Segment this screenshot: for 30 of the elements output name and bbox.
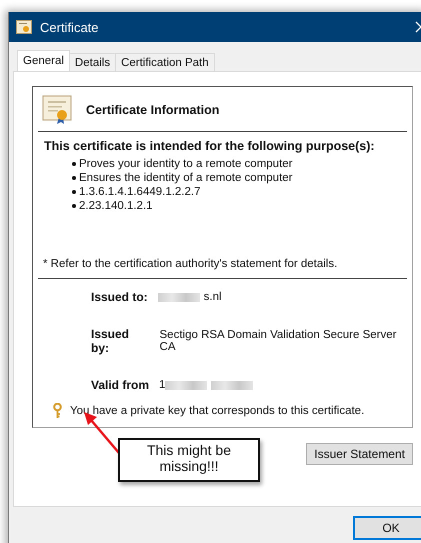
- tab[interactable]: Certification Path: [115, 53, 215, 71]
- issuer-statement-button[interactable]: Issuer Statement: [306, 443, 413, 465]
- ok-button[interactable]: OK: [353, 516, 421, 540]
- redacted-text: [165, 380, 208, 390]
- purpose-item: 2.23.140.1.2.1: [79, 200, 153, 212]
- field-value: s.nl: [204, 291, 222, 303]
- field-label: Valid from: [91, 378, 150, 392]
- certificate-icon: [16, 20, 32, 34]
- field-value: Sectigo RSA Domain Validation Secure Server CA: [160, 329, 398, 353]
- field-value: 1: [159, 379, 166, 391]
- bullet-icon: [72, 190, 76, 194]
- purpose-heading: This certificate is intended for the following purpose(s):: [44, 139, 376, 153]
- field-label: Issued by:: [91, 327, 130, 355]
- section-title: Certificate Information: [86, 103, 220, 117]
- bullet-icon: [72, 204, 76, 208]
- tab[interactable]: General: [17, 50, 70, 71]
- bullet-icon: [72, 162, 76, 166]
- redacted-text: [211, 380, 254, 390]
- purpose-item: Ensures the identity of a remote computer: [79, 172, 292, 184]
- certificate-icon: [42, 95, 72, 125]
- key-icon: [53, 403, 62, 419]
- purpose-item: Proves your identity to a remote computer: [79, 158, 292, 170]
- bullet-icon: [72, 176, 76, 180]
- field-label: Issued to:: [91, 290, 148, 304]
- redacted-text: [158, 292, 200, 302]
- private-key-note: You have a private key that corresponds to this certificate.: [70, 405, 364, 417]
- callout-note: This might be missing!!!: [118, 438, 260, 482]
- window-title: Certificate: [40, 20, 99, 34]
- purpose-item: 1.3.6.1.4.1.6449.1.2.2.7: [79, 186, 200, 198]
- footnote: * Refer to the certification authority's statement for details.: [43, 258, 338, 270]
